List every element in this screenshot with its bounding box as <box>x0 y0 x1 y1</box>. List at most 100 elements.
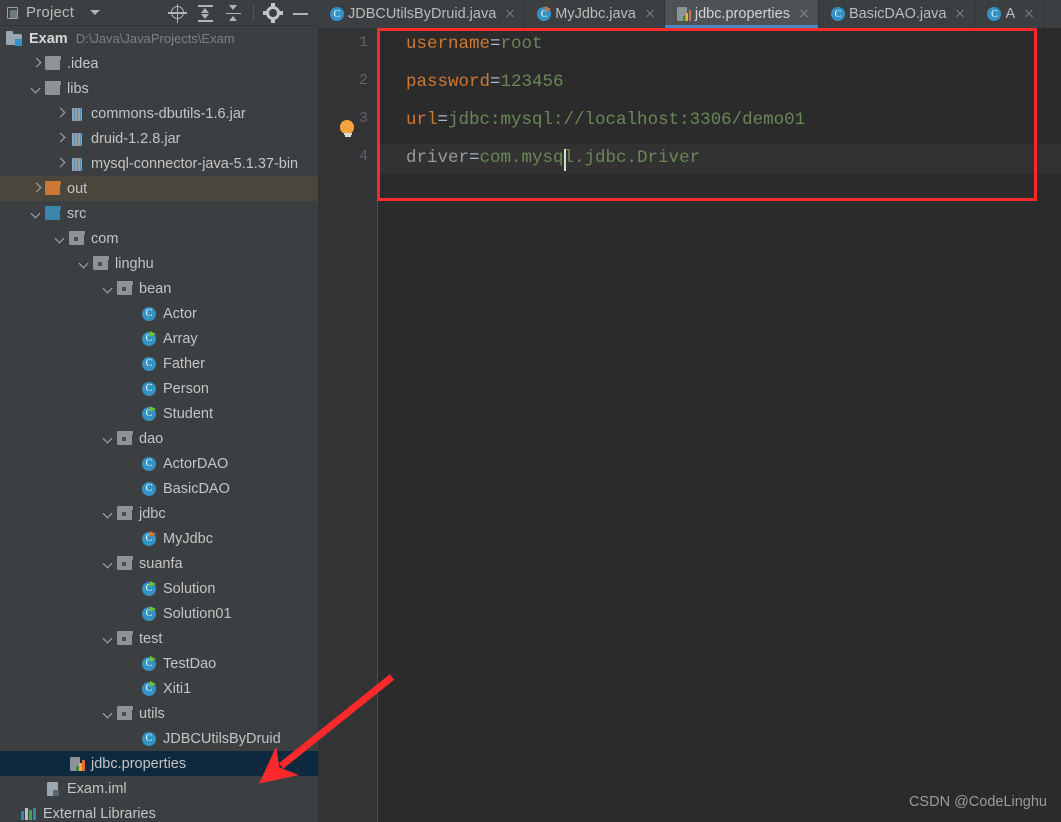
chevron-open-icon[interactable] <box>76 256 92 272</box>
package-icon <box>116 431 134 447</box>
chevron-open-icon[interactable] <box>100 506 116 522</box>
editor-tab-a[interactable]: CA <box>975 0 1045 28</box>
tree-row-src[interactable]: src <box>0 201 318 226</box>
chevron-closed-icon[interactable] <box>52 131 68 147</box>
tree-row-external-libraries[interactable]: External Libraries <box>0 801 318 822</box>
tree-row-actor[interactable]: C Actor <box>0 301 318 326</box>
close-icon[interactable] <box>642 6 658 22</box>
lightbulb-intention-icon[interactable] <box>339 120 356 139</box>
code-line: password=123456 <box>406 72 564 92</box>
jar-file-icon <box>68 156 86 172</box>
chevron-closed-icon[interactable] <box>52 106 68 122</box>
tree-row-basicdao[interactable]: C BasicDAO <box>0 476 318 501</box>
chevron-closed-icon[interactable] <box>28 181 44 197</box>
tree-row-bean[interactable]: bean <box>0 276 318 301</box>
java-class-icon: C <box>985 6 1002 22</box>
editor-tab-myjdbc-java[interactable]: C MyJdbc.java <box>525 0 665 28</box>
chevron-open-icon[interactable] <box>28 206 44 222</box>
gear-icon[interactable] <box>260 1 286 25</box>
tree-row-actordao[interactable]: C ActorDAO <box>0 451 318 476</box>
project-tree[interactable]: .idea libs commons-dbutils-1.6.jar druid-1.… <box>0 51 318 822</box>
tree-row-dao[interactable]: dao <box>0 426 318 451</box>
tree-row-jdbcutilsbydruid[interactable]: C JDBCUtilsByDruid <box>0 726 318 751</box>
tree-row-jdbc-properties[interactable]: jdbc.properties <box>0 751 318 776</box>
tree-row-com[interactable]: com <box>0 226 318 251</box>
tree-row-utils[interactable]: utils <box>0 701 318 726</box>
tree-row-label: Actor <box>163 305 197 322</box>
tree-row-label: test <box>139 630 163 647</box>
editor-tab-basicdao-java[interactable]: C BasicDAO.java <box>818 0 976 28</box>
editor-code-text[interactable]: username=root password=123456 url=jdbc:mys… <box>378 28 1061 822</box>
tree-row-suanfa[interactable]: suanfa <box>0 551 318 576</box>
chevron-open-icon[interactable] <box>100 706 116 722</box>
tree-row-label: jdbc.properties <box>91 755 187 772</box>
chevron-open-icon[interactable] <box>28 81 44 97</box>
editor-tab-label: BasicDAO.java <box>848 6 947 22</box>
tree-row-out[interactable]: out <box>0 176 318 201</box>
project-tool-window: Project Exam D:\Java\JavaProjects\Exam .… <box>0 0 318 822</box>
editor-tab-jdbc-properties[interactable]: jdbc.properties <box>664 0 819 28</box>
tree-row-label: dao <box>139 430 164 447</box>
tree-row-libs[interactable]: libs <box>0 76 318 101</box>
code-value: jdbc:mysql://localhost:3306/demo01 <box>448 110 806 130</box>
tree-row-label: suanfa <box>139 555 183 572</box>
editor-tab-label: A <box>1005 6 1016 22</box>
tree-row-testdao[interactable]: C TestDao <box>0 651 318 676</box>
tree-row-label: Solution01 <box>163 605 232 622</box>
java-class-icon: C <box>140 655 158 672</box>
tree-row-jdbc[interactable]: jdbc <box>0 501 318 526</box>
chevron-closed-icon[interactable] <box>52 156 68 172</box>
package-icon <box>116 556 134 572</box>
chevron-down-icon[interactable] <box>88 6 102 20</box>
close-icon[interactable] <box>1021 6 1037 22</box>
tree-row-xiti1[interactable]: C Xiti1 <box>0 676 318 701</box>
close-icon[interactable] <box>952 6 968 22</box>
tree-row-druid-1-2-8-jar[interactable]: druid-1.2.8.jar <box>0 126 318 151</box>
tree-row-linghu[interactable]: linghu <box>0 251 318 276</box>
chevron-open-icon[interactable] <box>52 231 68 247</box>
tree-row-student[interactable]: C Student <box>0 401 318 426</box>
text-caret <box>564 149 567 171</box>
expand-all-icon[interactable] <box>193 1 219 25</box>
editor-tab-jdbcutilsbydruid-java[interactable]: C JDBCUtilsByDruid.java <box>318 0 526 28</box>
close-icon[interactable] <box>502 6 518 22</box>
tree-row-label: External Libraries <box>43 805 156 822</box>
tree-row-label: druid-1.2.8.jar <box>91 130 181 147</box>
code-value: 123456 <box>500 72 564 92</box>
editor-body[interactable]: 1234 username=root password=123456 url=jdb… <box>318 28 1061 822</box>
chevron-closed-icon[interactable] <box>28 56 44 72</box>
tree-row-exam-iml[interactable]: Exam.iml <box>0 776 318 801</box>
tree-row-myjdbc[interactable]: C MyJdbc <box>0 526 318 551</box>
tree-row-commons-dbutils-1-6-jar[interactable]: commons-dbutils-1.6.jar <box>0 101 318 126</box>
tree-row-label: Array <box>163 330 198 347</box>
tree-row-mysql-connector-java-5-1-37-bin[interactable]: mysql-connector-java-5.1.37-bin <box>0 151 318 176</box>
tree-row-label: mysql-connector-java-5.1.37-bin <box>91 155 299 172</box>
tree-row-label: BasicDAO <box>163 480 230 497</box>
tree-row-father[interactable]: C Father <box>0 351 318 376</box>
minimize-icon[interactable] <box>288 1 314 25</box>
chevron-open-icon[interactable] <box>100 556 116 572</box>
tree-row--idea[interactable]: .idea <box>0 51 318 76</box>
project-root-name: Exam <box>29 30 68 47</box>
chevron-open-icon[interactable] <box>100 281 116 297</box>
collapse-all-icon[interactable] <box>221 1 247 25</box>
code-key: url <box>406 110 438 130</box>
project-root-row[interactable]: Exam D:\Java\JavaProjects\Exam <box>0 26 318 51</box>
java-class-icon: C <box>140 580 158 597</box>
chevron-open-icon[interactable] <box>100 631 116 647</box>
chevron-open-icon[interactable] <box>100 431 116 447</box>
close-icon[interactable] <box>796 6 812 22</box>
tree-row-array[interactable]: C Array <box>0 326 318 351</box>
tree-row-test[interactable]: test <box>0 626 318 651</box>
locate-in-tree-icon[interactable] <box>165 1 191 25</box>
tree-row-solution01[interactable]: C Solution01 <box>0 601 318 626</box>
code-separator: = <box>490 72 501 92</box>
tree-row-solution[interactable]: C Solution <box>0 576 318 601</box>
tree-row-person[interactable]: C Person <box>0 376 318 401</box>
java-class-icon: C <box>140 356 158 372</box>
